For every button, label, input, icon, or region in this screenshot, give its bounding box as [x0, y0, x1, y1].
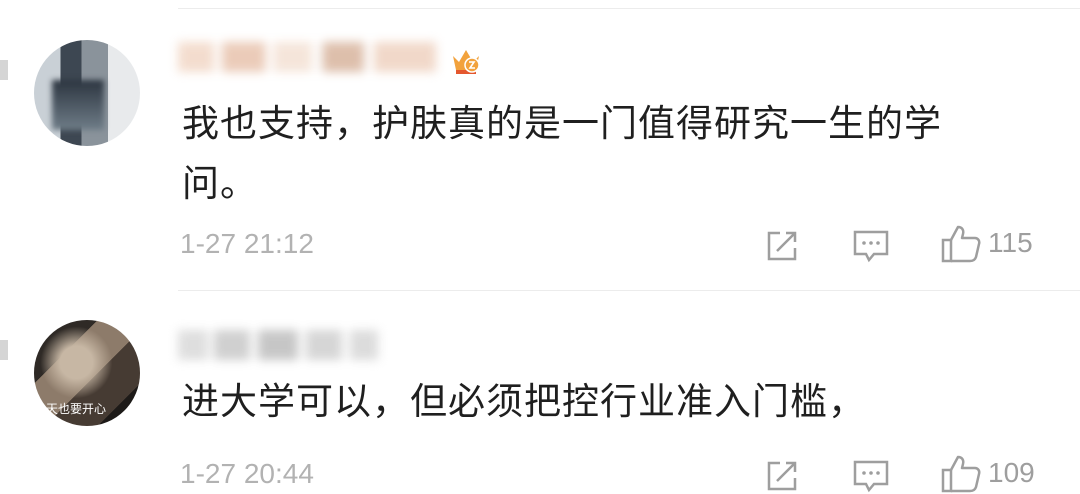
comment-item: 天也要开心 进大学可以，但必须把控行业准入门槛， 1-27 20:44 109 [0, 290, 1080, 493]
share-button[interactable] [764, 458, 800, 494]
share-button[interactable] [764, 228, 800, 264]
comment-timestamp: 1-27 20:44 [180, 458, 314, 489]
avatar[interactable]: 天也要开心 [34, 320, 140, 426]
like-count: 115 [988, 227, 1033, 258]
comment-item: 我也支持，护肤真的是一门值得研究一生的学问。 1-27 21:12 115 [0, 0, 1080, 290]
reply-button[interactable] [852, 458, 890, 494]
reply-button[interactable] [852, 228, 890, 264]
vip-badge-icon [453, 50, 480, 74]
thumbs-up-icon [941, 225, 981, 263]
share-icon [767, 461, 797, 491]
comment-icon [853, 230, 889, 263]
share-icon [767, 231, 797, 261]
like-count: 109 [988, 457, 1035, 488]
username-blurred[interactable] [178, 330, 378, 360]
comment-timestamp: 1-27 21:12 [180, 228, 314, 259]
comment-icon [853, 460, 889, 493]
username-blurred[interactable] [178, 42, 436, 72]
like-button[interactable]: 115 [940, 222, 1033, 264]
avatar-caption: 天也要开心 [46, 402, 107, 416]
left-edge-mark [0, 60, 8, 80]
comment-text: 进大学可以，但必须把控行业准入门槛， [182, 380, 866, 423]
avatar[interactable] [34, 40, 140, 146]
comment-text: 我也支持，护肤真的是一门值得研究一生的学问。 [182, 102, 942, 205]
left-edge-mark [0, 340, 8, 360]
